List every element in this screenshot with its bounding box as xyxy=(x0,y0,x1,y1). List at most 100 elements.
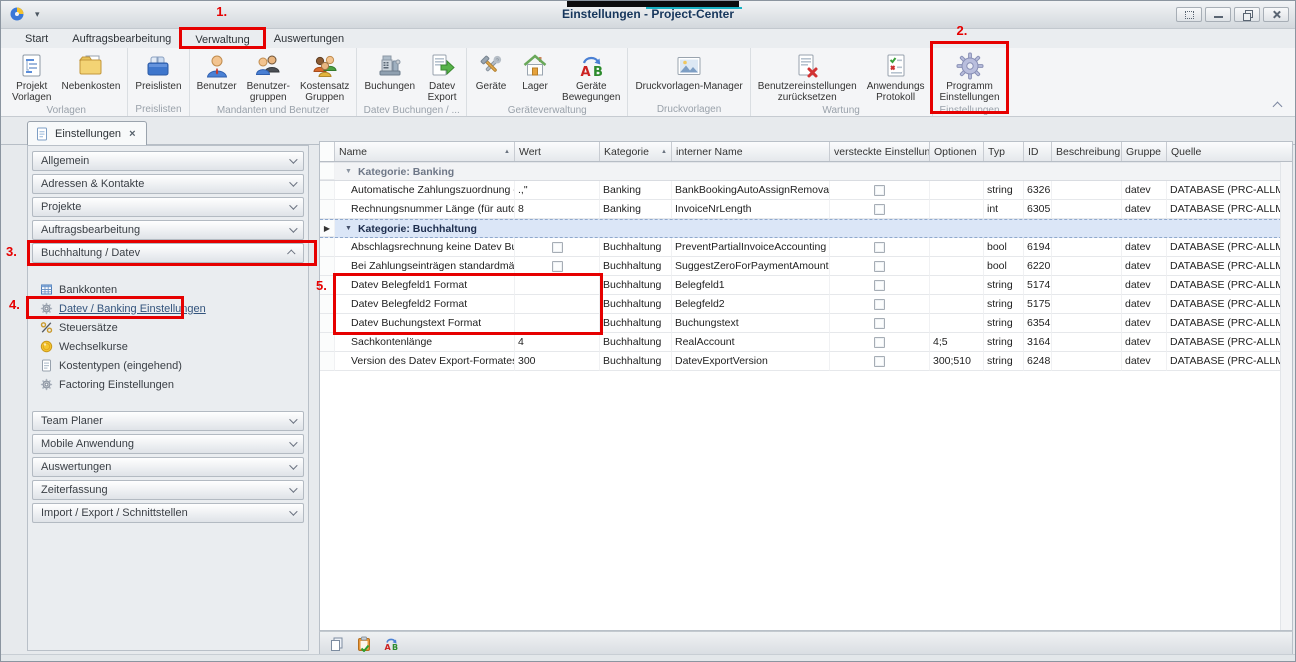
tab-auftragsbearbeitung[interactable]: Auftragsbearbeitung xyxy=(60,31,183,47)
sidebar-item-kostentypen-eingehend[interactable]: Kostentypen (eingehend) xyxy=(32,356,304,375)
cell-wert[interactable]: 300 xyxy=(515,352,600,371)
screen-mode-button[interactable] xyxy=(1176,7,1202,22)
copy-button[interactable] xyxy=(328,635,346,653)
sidebar-item-factoring-einstellungen[interactable]: Factoring Einstellungen xyxy=(32,375,304,394)
sidebar-section-projekte[interactable]: Projekte xyxy=(32,197,304,217)
table-row[interactable]: Version des Datev Export-Formates300Buch… xyxy=(320,352,1292,371)
sidebar-item-wechselkurse[interactable]: Wechselkurse xyxy=(32,337,304,356)
vertical-scrollbar[interactable] xyxy=(1280,162,1292,630)
geraete-bewegungen-button[interactable]: AB Geräte Bewegungen xyxy=(557,49,625,104)
checkbox[interactable] xyxy=(874,318,885,329)
cell-typ-text: bool xyxy=(987,241,1007,253)
checkbox[interactable] xyxy=(874,204,885,215)
table-row[interactable]: Datev Buchungstext FormatBuchhaltungBuch… xyxy=(320,314,1292,333)
table-row[interactable]: Datev Belegfeld2 FormatBuchhaltungBelegf… xyxy=(320,295,1292,314)
benutzergruppen-button[interactable]: Benutzer- gruppen xyxy=(242,49,295,104)
restore-button[interactable] xyxy=(1234,7,1260,22)
tab-auswertungen[interactable]: Auswertungen xyxy=(262,31,356,47)
checkbox[interactable] xyxy=(874,185,885,196)
nebenkosten-button[interactable]: Nebenkosten xyxy=(56,49,125,93)
tab-verwaltung[interactable]: Verwaltung xyxy=(183,32,261,48)
cell-wert[interactable] xyxy=(515,257,600,276)
column-header-interner-name[interactable]: interner Name xyxy=(672,142,830,161)
checkbox[interactable] xyxy=(552,261,563,272)
checkbox[interactable] xyxy=(874,337,885,348)
sidebar-item-bankkonten[interactable]: Bankkonten xyxy=(32,280,304,299)
table-row[interactable]: Abschlagsrechnung keine Datev Buch...Buc… xyxy=(320,238,1292,257)
ribbon-group-label: Vorlagen xyxy=(7,104,125,117)
anwendungs-protokoll-button[interactable]: Anwendungs Protokoll xyxy=(862,49,930,104)
buchungen-button[interactable]: Buchungen xyxy=(359,49,420,93)
preislisten-button[interactable]: Preislisten xyxy=(130,49,186,93)
datev-export-button[interactable]: Datev Export xyxy=(420,49,464,104)
projekt-vorlagen-button[interactable]: Projekt Vorlagen xyxy=(7,49,56,104)
column-header-quelle[interactable]: Quelle xyxy=(1167,142,1292,161)
tab-start[interactable]: Start xyxy=(13,31,60,47)
column-header-gruppe[interactable]: Gruppe xyxy=(1122,142,1167,161)
kostensatz-gruppen-button[interactable]: Kostensatz Gruppen xyxy=(295,49,354,104)
sidebar-section-mobile-anwendung[interactable]: Mobile Anwendung xyxy=(32,434,304,454)
table-row[interactable]: Automatische Zahlungszuordnung - z....,"… xyxy=(320,181,1292,200)
table-row[interactable]: Bei Zahlungseinträgen standardmäßig...Bu… xyxy=(320,257,1292,276)
table-row[interactable]: Sachkontenlänge4BuchhaltungRealAccount4;… xyxy=(320,333,1292,352)
cell-wert[interactable]: 4 xyxy=(515,333,600,352)
group-collapse-icon[interactable]: ▼ xyxy=(345,168,352,175)
cell-wert[interactable] xyxy=(515,238,600,257)
document-tab-einstellungen[interactable]: Einstellungen × xyxy=(27,121,147,145)
column-header-wert[interactable]: Wert xyxy=(515,142,600,161)
checkbox[interactable] xyxy=(874,242,885,253)
cell-kategorie: Buchhaltung xyxy=(600,314,672,333)
checkbox[interactable] xyxy=(874,299,885,310)
sidebar-section-adressen-kontakte[interactable]: Adressen & Kontakte xyxy=(32,174,304,194)
checkbox[interactable] xyxy=(874,261,885,272)
sidebar-item-datev-banking-einstellungen[interactable]: Datev / Banking Einstellungen xyxy=(32,299,304,318)
cell-wert[interactable] xyxy=(515,295,600,314)
checkbox[interactable] xyxy=(552,242,563,253)
sidebar-section-auftragsbearbeitung[interactable]: Auftragsbearbeitung xyxy=(32,220,304,240)
lager-button[interactable]: Lager xyxy=(513,49,557,93)
column-header-beschreibung[interactable]: Beschreibung xyxy=(1052,142,1122,161)
cell-wert[interactable] xyxy=(515,314,600,333)
ribbon-group-label: Datev Buchungen / ... xyxy=(359,104,464,117)
tab-close-icon[interactable]: × xyxy=(127,128,137,140)
close-button[interactable] xyxy=(1263,7,1289,22)
sidebar-item-steuersaetze[interactable]: Steuersätze xyxy=(32,318,304,337)
sidebar-section-team-planer[interactable]: Team Planer xyxy=(32,411,304,431)
cell-optionen-text: 4;5 xyxy=(933,336,948,348)
group-row[interactable]: ▼Kategorie: Banking xyxy=(320,162,1292,181)
cell-kategorie: Banking xyxy=(600,200,672,219)
cell-typ: bool xyxy=(984,257,1024,276)
cell-quelle-text: DATABASE (PRC-ALLMOD... xyxy=(1170,355,1292,367)
benutzer-button[interactable]: Benutzer xyxy=(192,49,242,93)
coin-icon xyxy=(40,340,53,353)
cell-wert[interactable]: 8 xyxy=(515,200,600,219)
sidebar-section-zeiterfassung[interactable]: Zeiterfassung xyxy=(32,480,304,500)
checkbox[interactable] xyxy=(874,356,885,367)
cell-gruppe-text: datev xyxy=(1125,298,1151,310)
checkbox[interactable] xyxy=(874,280,885,291)
programm-einstellungen-button[interactable]: Programm Einstellungen xyxy=(935,49,1005,104)
column-header-id[interactable]: ID xyxy=(1024,142,1052,161)
transfer-button[interactable]: AB xyxy=(382,635,400,653)
column-header-versteckte-einstellung[interactable]: versteckte Einstellung xyxy=(830,142,930,161)
apply-settings-button[interactable] xyxy=(355,635,373,653)
cell-wert[interactable]: .," xyxy=(515,181,600,200)
geraete-button[interactable]: Geräte xyxy=(469,49,513,93)
minimize-button[interactable] xyxy=(1205,7,1231,22)
column-header-name[interactable]: Name▲ xyxy=(335,142,515,161)
table-row[interactable]: Rechnungsnummer Länge (für autom...8Bank… xyxy=(320,200,1292,219)
sidebar-section-import-export-schnittstellen[interactable]: Import / Export / Schnittstellen xyxy=(32,503,304,523)
column-header-optionen[interactable]: Optionen xyxy=(930,142,984,161)
sidebar-section-buchhaltung-datev[interactable]: Buchhaltung / Datev xyxy=(32,243,304,263)
ribbon-collapse-button[interactable] xyxy=(1269,99,1285,111)
sidebar-section-allgemein[interactable]: Allgemein xyxy=(32,151,304,171)
druckvorlagen-manager-button[interactable]: Druckvorlagen-Manager xyxy=(630,49,747,93)
column-header-typ[interactable]: Typ xyxy=(984,142,1024,161)
column-header-kategorie[interactable]: Kategorie▲ xyxy=(600,142,672,161)
table-row[interactable]: Datev Belegfeld1 FormatBuchhaltungBelegf… xyxy=(320,276,1292,295)
cell-wert[interactable] xyxy=(515,276,600,295)
group-row[interactable]: ▶▼Kategorie: Buchhaltung xyxy=(320,219,1292,238)
benutzereinstellungen-zuruecksetzen-button[interactable]: Benutzereinstellungen zurücksetzen xyxy=(753,49,862,104)
group-collapse-icon[interactable]: ▼ xyxy=(345,225,352,232)
sidebar-section-auswertungen[interactable]: Auswertungen xyxy=(32,457,304,477)
